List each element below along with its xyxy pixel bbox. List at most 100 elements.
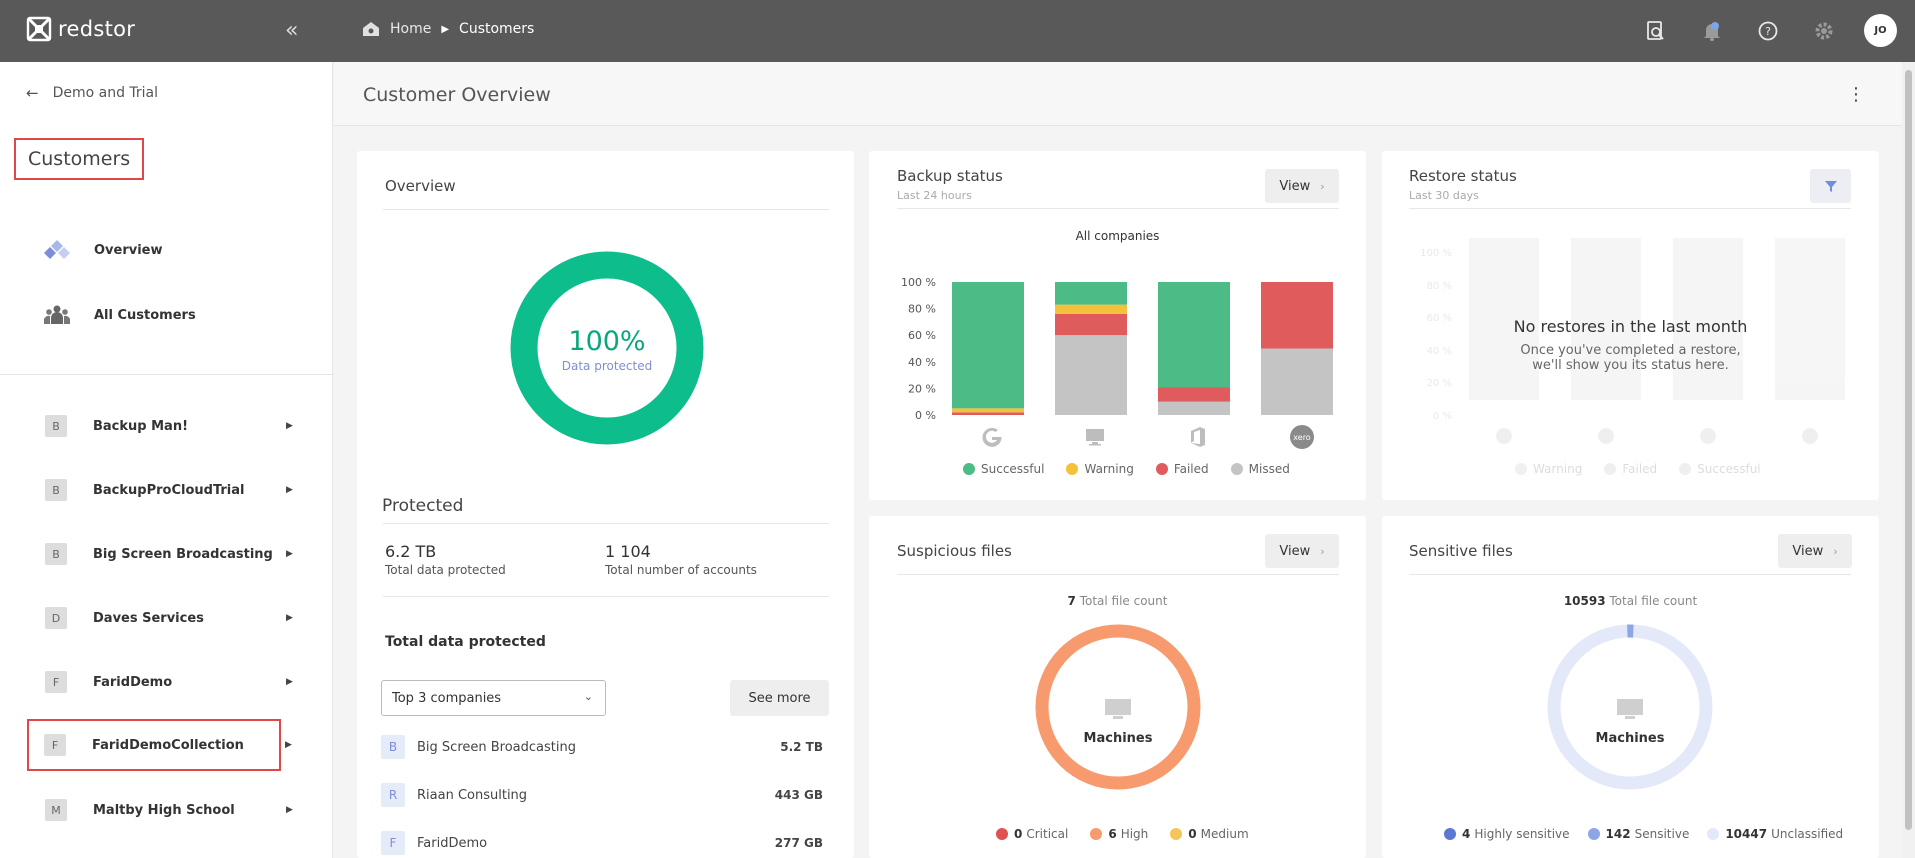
expand-arrow-icon[interactable]: ▶ (286, 613, 293, 623)
accounts-value: 1 104 (605, 542, 651, 561)
customer-item-highlighted[interactable]: F FaridDemoCollection ▶ (27, 719, 292, 771)
view-label: View (1279, 543, 1311, 559)
main-header: Customer Overview ⋮ (334, 62, 1915, 126)
back-link-label: Demo and Trial (52, 85, 159, 101)
expand-arrow-icon[interactable]: ▶ (286, 485, 293, 495)
logo[interactable]: redstor (26, 16, 135, 42)
restore-empty-line2: we'll show you its status here. (1532, 358, 1729, 373)
settings-gear-icon[interactable] (1812, 19, 1836, 43)
company-size: 443 GB (774, 788, 823, 802)
bar-failed-3[interactable] (1261, 282, 1333, 349)
office365-icon (1191, 427, 1205, 447)
y-tick-label: 20 % (908, 382, 936, 395)
divider (1409, 208, 1851, 209)
top-company-row[interactable]: F FaridDemo 277 GB (381, 830, 823, 856)
legend-high: 6 High (1090, 827, 1148, 841)
bar-failed-2[interactable] (1158, 387, 1230, 402)
divider (897, 574, 1339, 575)
bar-missed-2[interactable] (1158, 401, 1230, 415)
suspicious-view-button[interactable]: View › (1265, 534, 1339, 568)
company-size: 277 GB (774, 836, 823, 850)
home-icon[interactable] (362, 20, 380, 38)
sidebar-divider (0, 374, 333, 375)
suspicious-count-label: Total file count (1079, 594, 1168, 608)
more-options-icon[interactable]: ⋮ (1847, 84, 1865, 105)
y-tick: 100 % (1420, 248, 1452, 259)
customer-item[interactable]: B BackupProCloudTrial ▶ (30, 470, 300, 510)
customer-item[interactable]: F FaridDemo ▶ (30, 662, 300, 702)
bar-failed-1[interactable] (1055, 313, 1127, 336)
divider (1409, 574, 1851, 575)
customer-name: Daves Services (93, 610, 204, 626)
expand-arrow-icon[interactable]: ▶ (286, 677, 293, 687)
user-avatar[interactable]: JO (1864, 14, 1897, 47)
back-link[interactable]: ← Demo and Trial (26, 84, 158, 102)
legend-highly-sensitive: 4 Highly sensitive (1444, 827, 1570, 841)
legend-critical: 0 Critical (996, 827, 1068, 841)
customer-name: Big Screen Broadcasting (93, 546, 273, 562)
restore-filter-button[interactable] (1810, 169, 1851, 203)
sensitive-view-button[interactable]: View › (1778, 534, 1852, 568)
customer-item[interactable]: D Daves Services ▶ (30, 598, 300, 638)
legend-failed: Failed (1604, 462, 1657, 476)
protected-title: Protected (382, 496, 464, 516)
page-scrollbar[interactable] (1902, 62, 1915, 858)
see-more-button[interactable]: See more (730, 680, 829, 716)
data-protected-label: Data protected (561, 359, 653, 373)
y-tick-label: 0 % (915, 409, 936, 422)
machine-icon (1086, 429, 1104, 446)
top-company-row[interactable]: B Big Screen Broadcasting 5.2 TB (381, 734, 823, 760)
customer-letter-badge: F (44, 734, 66, 756)
tdp-title: Total data protected (385, 634, 546, 650)
scrollbar-thumb[interactable] (1905, 70, 1912, 830)
legend-warning: Warning (1066, 462, 1134, 476)
notification-bell-icon[interactable] (1700, 19, 1724, 43)
bar-failed-0[interactable] (952, 412, 1024, 415)
company-letter-badge: R (381, 783, 405, 807)
expand-arrow-icon[interactable]: ▶ (286, 549, 293, 559)
total-data-label: Total data protected (385, 563, 506, 577)
bar-missed-1[interactable] (1055, 335, 1127, 415)
y-tick-label: 100 % (901, 276, 936, 289)
legend-failed: Failed (1155, 462, 1209, 476)
backup-status-chart: 100 % 80 % 60 % 40 % 20 % 0 % (901, 276, 1333, 422)
chart-title: All companies (1075, 229, 1160, 243)
top-company-row[interactable]: R Riaan Consulting 443 GB (381, 782, 823, 808)
expand-arrow-icon[interactable]: ▶ (286, 805, 293, 815)
customer-item[interactable]: B Backup Man! ▶ (30, 406, 300, 446)
suspicious-legend: 0 Critical 6 High 0 Medium (996, 827, 1249, 841)
y-tick: 80 % (1426, 280, 1452, 292)
bar-warning-1[interactable] (1055, 304, 1127, 314)
logo-text: redstor (58, 17, 136, 41)
company-name: Big Screen Broadcasting (417, 739, 576, 755)
expand-arrow-icon[interactable]: ▶ (285, 740, 292, 750)
chevron-right-icon: › (1320, 179, 1325, 193)
bar-successful-2[interactable] (1158, 282, 1230, 388)
help-icon[interactable]: ? (1756, 19, 1780, 43)
expand-arrow-icon[interactable]: ▶ (286, 421, 293, 431)
backup-view-button[interactable]: View › (1265, 169, 1339, 203)
customer-item[interactable]: M Maltby High School ▶ (30, 790, 300, 830)
users-icon (44, 305, 70, 324)
breadcrumb-home[interactable]: Home (390, 21, 431, 37)
sidebar-item-overview[interactable]: Overview (44, 239, 163, 261)
customer-name: FaridDemoCollection (92, 737, 244, 753)
breadcrumb-separator-icon: ▶ (441, 23, 450, 35)
restore-empty-chart: 100 % 80 % 60 % 40 % 20 % 0 % (1412, 238, 1852, 444)
bar-successful-1[interactable] (1055, 282, 1127, 305)
breadcrumb: Home ▶ Customers (362, 20, 534, 38)
sidebar-item-all-customers[interactable]: All Customers (44, 304, 196, 326)
top-companies-select[interactable]: Top 3 companies ⌄ (381, 680, 606, 716)
customer-item[interactable]: B Big Screen Broadcasting ▶ (30, 534, 300, 574)
search-report-icon[interactable] (1644, 19, 1668, 43)
suspicious-count: 7 Total file count (869, 594, 1366, 608)
legend-successful: Successful (1679, 462, 1761, 476)
restore-title: Restore status (1409, 167, 1517, 185)
bar-successful-0[interactable] (952, 282, 1024, 409)
collapse-sidebar-icon[interactable]: « (285, 18, 298, 43)
view-label: View (1279, 178, 1311, 194)
bar-warning-0[interactable] (952, 408, 1024, 413)
chevron-right-icon: › (1833, 544, 1838, 558)
sensitive-count: 10593 Total file count (1382, 594, 1879, 608)
bar-missed-3[interactable] (1261, 348, 1333, 416)
